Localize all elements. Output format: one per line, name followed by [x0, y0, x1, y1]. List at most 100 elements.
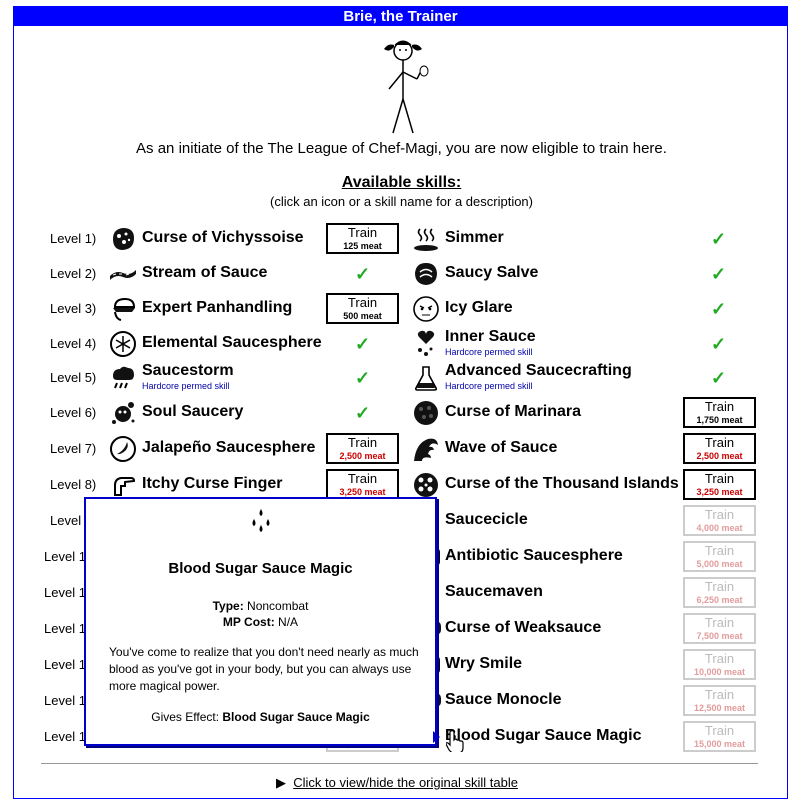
- popup-description: You've come to realize that you don't ne…: [109, 645, 419, 693]
- popup-effect: Gives Effect: Blood Sugar Sauce Magic: [86, 710, 435, 724]
- skill-name-blood-sugar-sauce-magic[interactable]: Blood Sugar Sauce Magic: [445, 727, 641, 745]
- type-value: Noncombat: [247, 599, 309, 613]
- train-button-antibiotic-saucesphere[interactable]: Train 5,000 meat: [683, 541, 756, 572]
- train-cost: 125 meat: [343, 241, 382, 251]
- curse-of-the-thousand-islands-icon[interactable]: [412, 471, 440, 499]
- skill-name-curse-of-vichyssoise[interactable]: Curse of Vichyssoise: [142, 229, 304, 247]
- hardcore-permed-note: Hardcore permed skill: [445, 347, 533, 357]
- skill-name-wry-smile[interactable]: Wry Smile: [445, 655, 522, 673]
- train-label: Train: [704, 543, 735, 558]
- icy-glare-icon[interactable]: [412, 295, 440, 323]
- soul-saucery-icon[interactable]: [109, 399, 137, 427]
- curse-of-vichyssoise-icon[interactable]: [109, 225, 137, 253]
- jalapeno-saucesphere-icon[interactable]: [109, 435, 137, 463]
- skill-name-itchy-curse-finger[interactable]: Itchy Curse Finger: [142, 475, 282, 493]
- train-button-itchy-curse-finger[interactable]: Train 3,250 meat: [326, 469, 399, 500]
- level-label: Level 1: [44, 549, 86, 564]
- skill-name-advanced-saucecrafting[interactable]: Advanced Saucecrafting: [445, 362, 632, 380]
- skill-name-simmer[interactable]: Simmer: [445, 229, 504, 247]
- train-cost: 2,500 meat: [696, 451, 743, 461]
- popup-pointer-icon: [433, 731, 440, 743]
- saucestorm-icon[interactable]: [109, 364, 137, 392]
- train-button-wave-of-sauce[interactable]: Train 2,500 meat: [683, 433, 756, 464]
- train-button-saucecicle[interactable]: Train 4,000 meat: [683, 505, 756, 536]
- train-button-jalapeno-saucesphere[interactable]: Train 2,500 meat: [326, 433, 399, 464]
- train-button-expert-panhandling[interactable]: Train 500 meat: [326, 293, 399, 324]
- train-label: Train: [704, 723, 735, 738]
- type-label: Type:: [212, 599, 244, 613]
- train-button-curse-of-marinara[interactable]: Train 1,750 meat: [683, 397, 756, 428]
- level-label: Level 6): [50, 405, 97, 420]
- skill-name-curse-of-weaksauce[interactable]: Curse of Weaksauce: [445, 619, 601, 637]
- learned-check-icon: ✓: [711, 334, 727, 354]
- skill-name-antibiotic-saucesphere[interactable]: Antibiotic Saucesphere: [445, 547, 623, 565]
- skill-name-inner-sauce[interactable]: Inner Sauce: [445, 328, 536, 346]
- train-button-wry-smile[interactable]: Train 10,000 meat: [683, 649, 756, 680]
- train-cost: 4,000 meat: [696, 523, 743, 533]
- divider: [41, 763, 758, 764]
- train-label: Train: [347, 225, 378, 240]
- train-button-sauce-monocle[interactable]: Train 12,500 meat: [683, 685, 756, 716]
- train-cost: 500 meat: [343, 311, 382, 321]
- skill-name-saucecicle[interactable]: Saucecicle: [445, 511, 528, 529]
- curse-of-marinara-icon[interactable]: [412, 399, 440, 427]
- mp-cost-value: N/A: [278, 615, 299, 629]
- skill-name-curse-of-the-thousand-islands[interactable]: Curse of the Thousand Islands: [445, 475, 679, 493]
- learned-check-icon: ✓: [711, 368, 727, 388]
- skill-name-wave-of-sauce[interactable]: Wave of Sauce: [445, 439, 557, 457]
- skill-name-saucestorm[interactable]: Saucestorm: [142, 362, 234, 380]
- train-button-curse-of-the-thousand-islands[interactable]: Train 3,250 meat: [683, 469, 756, 500]
- popup-meta: Type: Noncombat MP Cost: N/A: [86, 598, 435, 630]
- stream-of-sauce-icon[interactable]: [109, 260, 137, 288]
- level-label: Level 1): [50, 231, 97, 246]
- skill-name-expert-panhandling[interactable]: Expert Panhandling: [142, 299, 292, 317]
- train-button-blood-sugar-sauce-magic[interactable]: Train 15,000 meat: [683, 721, 756, 752]
- elemental-saucesphere-icon[interactable]: [109, 330, 137, 358]
- expert-panhandling-icon[interactable]: [109, 295, 137, 323]
- train-label: Train: [704, 687, 735, 702]
- hardcore-permed-note: Hardcore permed skill: [445, 381, 533, 391]
- effect-value[interactable]: Blood Sugar Sauce Magic: [222, 710, 369, 724]
- wave-of-sauce-icon[interactable]: [412, 435, 440, 463]
- train-cost: 15,000 meat: [693, 739, 746, 749]
- train-cost: 3,250 meat: [696, 487, 743, 497]
- train-button-curse-of-vichyssoise[interactable]: Train 125 meat: [326, 223, 399, 254]
- level-label: Level 1: [44, 693, 86, 708]
- level-label: Level 1: [44, 657, 86, 672]
- train-cost: 7,500 meat: [696, 631, 743, 641]
- saucy-salve-icon[interactable]: [412, 260, 440, 288]
- level-label: Level 2): [50, 266, 97, 281]
- toggle-skill-table-text[interactable]: Click to view/hide the original skill ta…: [293, 775, 518, 790]
- intro-text: As an initiate of the The League of Chef…: [136, 140, 667, 157]
- learned-check-icon: ✓: [711, 264, 727, 284]
- advanced-saucecrafting-icon[interactable]: [412, 364, 440, 392]
- train-cost: 5,000 meat: [696, 559, 743, 569]
- popup-title: Blood Sugar Sauce Magic: [168, 560, 353, 577]
- train-button-curse-of-weaksauce[interactable]: Train 7,500 meat: [683, 613, 756, 644]
- skill-name-elemental-saucesphere[interactable]: Elemental Saucesphere: [142, 334, 322, 352]
- train-label: Train: [704, 651, 735, 666]
- train-label: Train: [704, 615, 735, 630]
- learned-check-icon: ✓: [355, 368, 371, 388]
- level-label: Level 8): [50, 477, 97, 492]
- simmer-icon[interactable]: [412, 225, 440, 253]
- level-label: Level 5): [50, 370, 97, 385]
- skill-name-stream-of-sauce[interactable]: Stream of Sauce: [142, 264, 267, 282]
- skill-name-icy-glare[interactable]: Icy Glare: [445, 299, 513, 317]
- skill-name-saucy-salve[interactable]: Saucy Salve: [445, 264, 538, 282]
- learned-check-icon: ✓: [711, 299, 727, 319]
- page-title: Brie, the Trainer: [14, 7, 787, 26]
- level-label: Level 4): [50, 336, 97, 351]
- skill-name-curse-of-marinara[interactable]: Curse of Marinara: [445, 403, 581, 421]
- train-button-saucemaven[interactable]: Train 6,250 meat: [683, 577, 756, 608]
- blood-drops-icon: [246, 507, 276, 544]
- level-label: Level 1: [44, 729, 86, 744]
- skill-name-jalapeno-saucesphere[interactable]: Jalapeño Saucesphere: [142, 439, 315, 457]
- skill-name-soul-saucery[interactable]: Soul Saucery: [142, 403, 243, 421]
- toggle-skill-table-link[interactable]: ▶ Click to view/hide the original skill …: [276, 775, 518, 791]
- train-label: Train: [704, 579, 735, 594]
- skill-name-sauce-monocle[interactable]: Sauce Monocle: [445, 691, 561, 709]
- skill-name-saucemaven[interactable]: Saucemaven: [445, 583, 543, 601]
- itchy-curse-finger-icon[interactable]: [109, 471, 137, 499]
- inner-sauce-icon[interactable]: [412, 330, 440, 358]
